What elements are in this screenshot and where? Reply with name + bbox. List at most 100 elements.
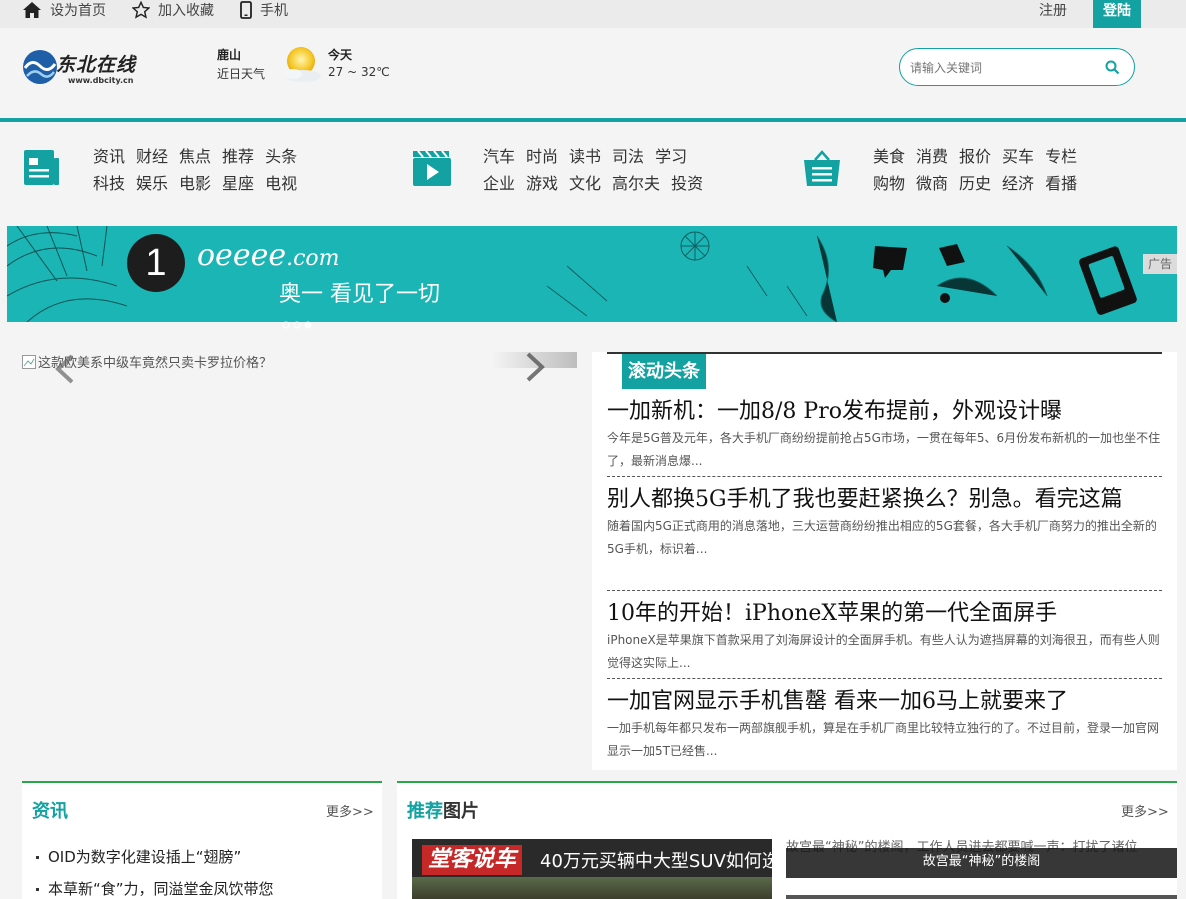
headline-desc: 随着国内5G正式商用的消息落地，三大运营商纷纷推出相应的5G套餐，各大手机厂商努… bbox=[607, 519, 1157, 556]
photo-side-image[interactable]: 故宫最“神秘”的楼阁，工作人员进去都要喊一声：打扰了诸位 故宫最“神秘”的楼阁 bbox=[786, 839, 1177, 899]
nav-link[interactable]: 星座 bbox=[222, 170, 254, 194]
nav-link[interactable]: 学习 bbox=[655, 143, 687, 167]
shopping-bag-icon bbox=[804, 150, 840, 186]
nav-row: 企业 游戏 文化 高尔夫 投资 bbox=[483, 170, 703, 194]
headline-divider bbox=[607, 590, 1162, 591]
weather-temperature: 27 ~ 32℃ bbox=[328, 65, 390, 79]
video-icon bbox=[413, 150, 451, 186]
home-icon bbox=[23, 2, 41, 18]
slider-next-arrow-icon bbox=[526, 352, 545, 382]
image-slider: 这款欧美系中级车竟然只卖卡罗拉价格？ bbox=[22, 352, 577, 772]
nav-link[interactable]: 读书 bbox=[569, 143, 601, 167]
news-box: 资讯 更多>> OID为数字化建设插上“翅膀” 本草新“食”力，同溢堂金凤饮带您 bbox=[22, 781, 382, 899]
add-favorite-label: 加入收藏 bbox=[158, 3, 214, 19]
recommended-photos-box: 推荐图片 更多>> 堂客说车 40万元买辆中大型SUV如何选 故宫最“神秘”的楼… bbox=[397, 781, 1177, 899]
nav-link[interactable]: 司法 bbox=[612, 143, 644, 167]
nav-link[interactable]: 文化 bbox=[569, 170, 601, 194]
headline-title[interactable]: 一加新机：一加8/8 Pro发布提前，外观设计曝 bbox=[607, 398, 1162, 425]
header: 东北在线 www.dbcity.cn 鹿山 近日天气 今天 27 ~ 32℃ bbox=[0, 28, 1186, 118]
headline-divider bbox=[607, 678, 1162, 679]
nav-link[interactable]: 微商 bbox=[916, 170, 948, 194]
nav-link[interactable]: 报价 bbox=[959, 143, 991, 167]
category-nav: 资讯 财经 焦点 推荐 头条 科技 娱乐 电影 星座 电视 汽车 时尚 读书 司… bbox=[0, 122, 1186, 226]
add-favorite-link[interactable]: 加入收藏 bbox=[132, 0, 214, 28]
photo-main-image[interactable]: 堂客说车 40万元买辆中大型SUV如何选 bbox=[412, 839, 772, 899]
headline-item[interactable]: 一加新机：一加8/8 Pro发布提前，外观设计曝 今年是5G普及元年，各大手机厂… bbox=[607, 398, 1162, 473]
headline-item[interactable]: 别人都换5G手机了我也要赶紧换么？别急。看完这篇 随着国内5G正式商用的消息落地… bbox=[607, 486, 1162, 561]
nav-link[interactable]: 消费 bbox=[916, 143, 948, 167]
news-more-link[interactable]: 更多>> bbox=[326, 801, 374, 820]
banner-ad[interactable]: 1 oeeee.com 奥一 看见了一切 广告 bbox=[7, 226, 1177, 322]
photo-box-title[interactable]: 推荐图片 bbox=[407, 797, 479, 823]
nav-link[interactable]: 汽车 bbox=[483, 143, 515, 167]
headline-desc: iPhoneX是苹果旗下首款采用了刘海屏设计的全面屏手机。有些人认为遮挡屏幕的刘… bbox=[607, 633, 1160, 670]
nav-link[interactable]: 购物 bbox=[873, 170, 905, 194]
photo-show-logo: 堂客说车 bbox=[422, 845, 523, 875]
nav-link[interactable]: 高尔夫 bbox=[612, 170, 660, 194]
nav-link[interactable]: 历史 bbox=[959, 170, 991, 194]
broken-image-icon bbox=[22, 354, 36, 369]
nav-link[interactable]: 投资 bbox=[671, 170, 703, 194]
banner-number: 1 bbox=[127, 234, 185, 292]
photo-main-caption: 40万元买辆中大型SUV如何选 bbox=[540, 851, 772, 872]
nav-link[interactable]: 企业 bbox=[483, 170, 515, 194]
headline-desc: 一加手机每年都只发布一两部旗舰手机，算是在手机厂商里比较特立独行的了。不过目前，… bbox=[607, 721, 1160, 758]
nav-row: 科技 娱乐 电影 星座 电视 bbox=[93, 170, 297, 194]
photo-more-link[interactable]: 更多>> bbox=[1121, 801, 1169, 820]
set-home-link[interactable]: 设为首页 bbox=[22, 0, 106, 28]
nav-link[interactable]: 专栏 bbox=[1045, 143, 1077, 167]
nav-link[interactable]: 头条 bbox=[265, 143, 297, 167]
news-list-item[interactable]: OID为数字化建设插上“翅膀” bbox=[36, 841, 274, 873]
news-box-title[interactable]: 资讯 bbox=[32, 797, 68, 823]
weather-recent-label: 近日天气 bbox=[217, 67, 266, 81]
nav-row: 美食 消费 报价 买车 专栏 bbox=[873, 143, 1077, 167]
weather-city: 鹿山 bbox=[217, 48, 242, 62]
headline-desc: 今年是5G普及元年，各大手机厂商纷纷提前抢占5G市场，一贯在每年5、6月份发布新… bbox=[607, 431, 1161, 468]
headline-title[interactable]: 10年的开始！iPhoneX苹果的第一代全面屏手 bbox=[607, 600, 1162, 627]
nav-row: 汽车 时尚 读书 司法 学习 bbox=[483, 143, 687, 167]
set-home-label: 设为首页 bbox=[50, 3, 106, 19]
nav-link[interactable]: 看播 bbox=[1045, 170, 1077, 194]
nav-link[interactable]: 电影 bbox=[179, 170, 211, 194]
nav-link[interactable]: 美食 bbox=[873, 143, 905, 167]
nav-link[interactable]: 电视 bbox=[265, 170, 297, 194]
logo-url: www.dbcity.cn bbox=[68, 76, 134, 85]
nav-link[interactable]: 娱乐 bbox=[136, 170, 168, 194]
headline-item[interactable]: 10年的开始！iPhoneX苹果的第一代全面屏手 iPhoneX是苹果旗下首款采… bbox=[607, 600, 1162, 675]
logo-wave-icon bbox=[23, 50, 57, 84]
headlines-tab[interactable]: 滚动头条 bbox=[622, 354, 706, 389]
search-box bbox=[899, 48, 1135, 86]
nav-link[interactable]: 时尚 bbox=[526, 143, 558, 167]
document-icon bbox=[24, 150, 59, 185]
site-logo[interactable]: 东北在线 www.dbcity.cn bbox=[22, 48, 142, 88]
nav-link[interactable]: 科技 bbox=[93, 170, 125, 194]
top-bar: 设为首页 加入收藏 手机 注册 登陆 bbox=[0, 0, 1186, 28]
search-input[interactable] bbox=[910, 58, 1100, 78]
star-icon bbox=[132, 1, 150, 19]
register-link[interactable]: 注册 bbox=[1039, 0, 1067, 22]
login-button[interactable]: 登陆 bbox=[1093, 0, 1141, 28]
nav-link[interactable]: 推荐 bbox=[222, 143, 254, 167]
ad-label: 广告 bbox=[1143, 254, 1177, 274]
photo-side-caption: 故宫最“神秘”的楼阁 bbox=[786, 848, 1177, 878]
nav-link[interactable]: 买车 bbox=[1002, 143, 1034, 167]
slider-dots[interactable] bbox=[280, 320, 320, 330]
nav-link[interactable]: 焦点 bbox=[179, 143, 211, 167]
mobile-phone-icon bbox=[240, 1, 252, 19]
nav-link[interactable]: 游戏 bbox=[526, 170, 558, 194]
mobile-link[interactable]: 手机 bbox=[240, 0, 288, 28]
news-list-item[interactable]: 本草新“食”力，同溢堂金凤饮带您 bbox=[36, 873, 274, 899]
nav-link[interactable]: 资讯 bbox=[93, 143, 125, 167]
headline-item[interactable]: 一加官网显示手机售罄 看来一加6马上就要来了 一加手机每年都只发布一两部旗舰手机… bbox=[607, 688, 1162, 763]
slider-prev-arrow-icon[interactable] bbox=[52, 354, 78, 384]
news-list: OID为数字化建设插上“翅膀” 本草新“食”力，同溢堂金凤饮带您 bbox=[36, 841, 274, 899]
headline-title[interactable]: 别人都换5G手机了我也要赶紧换么？别急。看完这篇 bbox=[607, 486, 1162, 513]
nav-row: 资讯 财经 焦点 推荐 头条 bbox=[93, 143, 297, 167]
nav-link[interactable]: 经济 bbox=[1002, 170, 1034, 194]
headline-title[interactable]: 一加官网显示手机售罄 看来一加6马上就要来了 bbox=[607, 688, 1162, 715]
search-icon[interactable] bbox=[1105, 60, 1120, 75]
banner-brand: oeeee.com bbox=[197, 238, 340, 273]
nav-link[interactable]: 财经 bbox=[136, 143, 168, 167]
nav-row: 购物 微商 历史 经济 看播 bbox=[873, 170, 1077, 194]
slider-next-button[interactable] bbox=[492, 352, 577, 382]
